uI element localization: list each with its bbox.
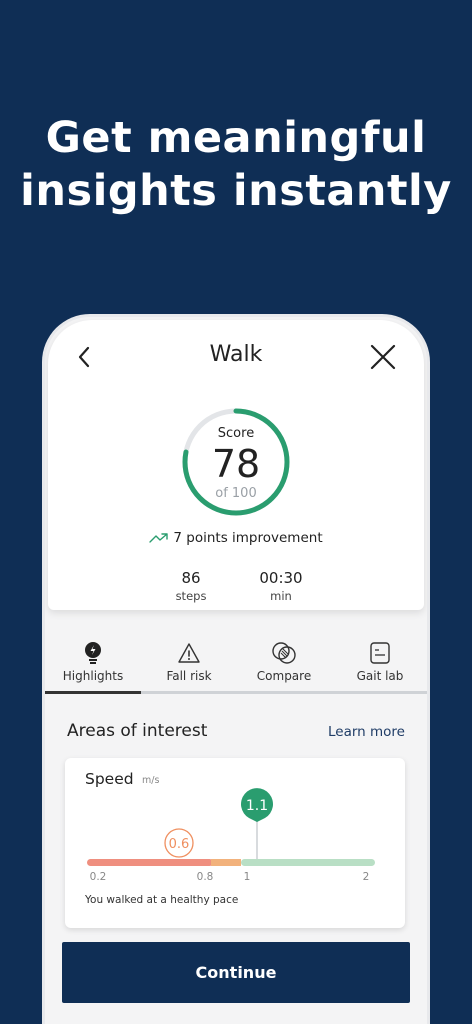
tab-fall-risk[interactable]: Fall risk [141, 637, 237, 697]
improvement-text: 7 points improvement [173, 530, 323, 546]
speed-message: You walked at a healthy pace [85, 894, 239, 906]
current-speed-value: 1.1 [246, 798, 268, 814]
steps-unit: steps [175, 589, 207, 603]
score-card: Walk Score 78 of 100 7 points improvemen… [48, 320, 424, 610]
stat-duration: 00:30 min [236, 569, 326, 603]
learn-more-link[interactable]: Learn more [328, 724, 405, 740]
tab-compare-label: Compare [256, 669, 312, 683]
trend-up-icon [149, 533, 169, 543]
headline-line-1: Get meaningful [45, 113, 427, 163]
tab-highlights-label: Highlights [62, 669, 124, 683]
tab-compare[interactable]: Compare [236, 637, 332, 697]
phone-frame: Walk Score 78 of 100 7 points improvemen… [42, 314, 430, 1024]
tab-highlights[interactable]: Highlights [45, 637, 141, 697]
close-icon [370, 344, 396, 370]
score-label: Score [217, 426, 255, 441]
tab-active-indicator [45, 691, 141, 694]
headline: Get meaningful insights instantly [0, 112, 472, 218]
steps-value: 86 [181, 569, 201, 587]
score-max: of 100 [215, 486, 257, 501]
tick-label: 2 [363, 871, 370, 883]
tab-fall-risk-label: Fall risk [166, 669, 212, 683]
speed-range-low [87, 859, 213, 866]
continue-button[interactable]: Continue [62, 942, 410, 1003]
close-button[interactable] [368, 342, 398, 372]
section-title: Areas of interest [67, 721, 208, 741]
tick-label: 0.8 [197, 871, 214, 883]
lightbulb-icon [85, 642, 101, 664]
score-value: 78 [211, 442, 261, 486]
tick-label: 0.2 [90, 871, 107, 883]
stat-steps: 86 steps [146, 569, 236, 603]
speed-card: Speed m/s 0.6 1.1 0.2 0.8 1 2 You walked… [65, 758, 405, 928]
reference-speed-value: 0.6 [169, 837, 190, 852]
tab-gait-lab-label: Gait lab [356, 669, 404, 683]
warning-icon [178, 643, 200, 663]
compare-icon [272, 642, 296, 664]
headline-line-2: insights instantly [20, 166, 452, 216]
document-icon [370, 642, 390, 664]
duration-value: 00:30 [259, 569, 303, 587]
improvement-indicator: 7 points improvement [48, 530, 424, 546]
duration-unit: min [270, 589, 292, 603]
speed-range-high [241, 859, 375, 866]
speed-range-mid [211, 859, 241, 866]
tab-bar: Highlights Fall risk Compare Gait lab [45, 637, 427, 697]
tick-label: 1 [244, 871, 251, 883]
tab-gait-lab[interactable]: Gait lab [332, 637, 427, 697]
